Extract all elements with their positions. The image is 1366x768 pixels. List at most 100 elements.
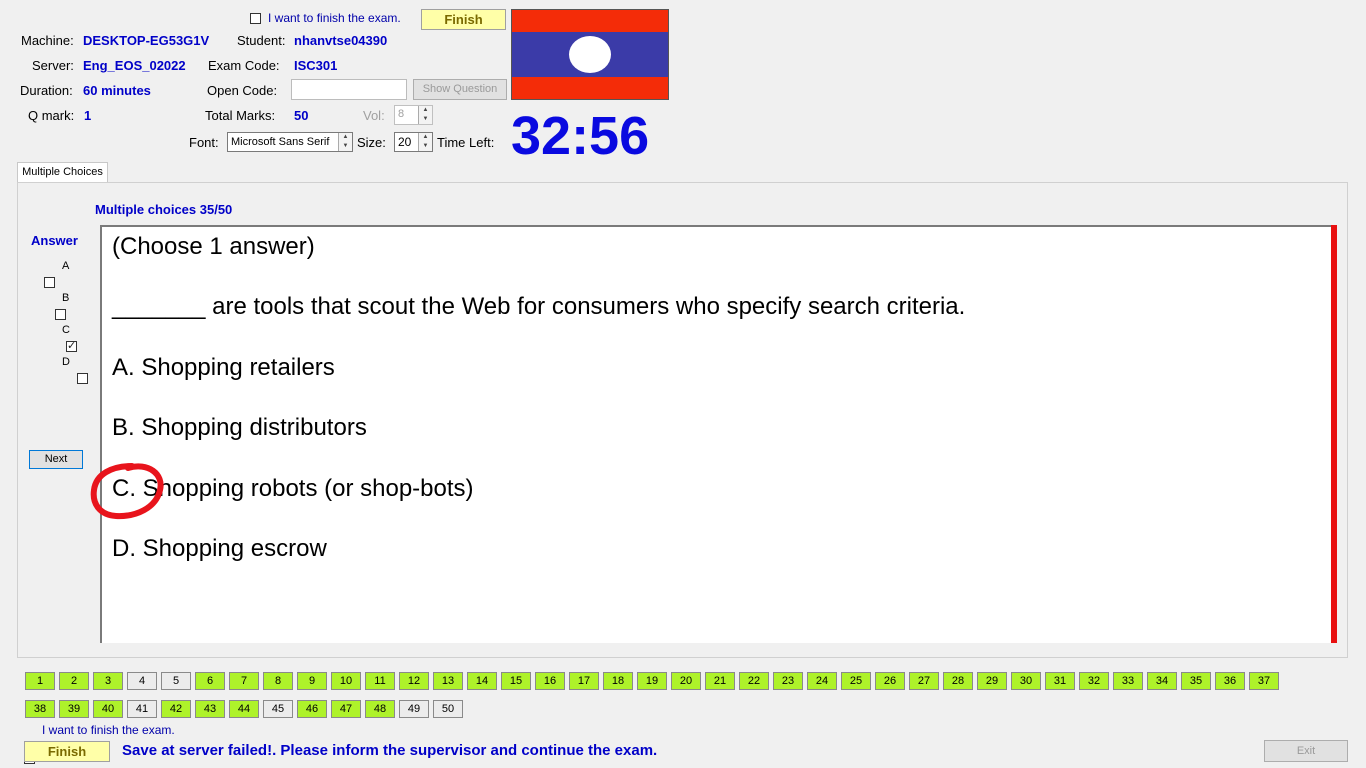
question-nav-button[interactable]: 36 [1215, 672, 1245, 690]
finish-button-top[interactable]: Finish [421, 9, 506, 30]
question-nav-button[interactable]: 33 [1113, 672, 1143, 690]
question-instruction: (Choose 1 answer) [112, 233, 315, 260]
vol-value: 8 [398, 108, 405, 120]
question-nav-button[interactable]: 5 [161, 672, 191, 690]
question-nav-button[interactable]: 18 [603, 672, 633, 690]
question-nav-button[interactable]: 7 [229, 672, 259, 690]
status-message: Save at server failed!. Please inform th… [122, 742, 658, 759]
question-nav-button[interactable]: 21 [705, 672, 735, 690]
question-nav-button[interactable]: 44 [229, 700, 259, 718]
question-stem: _______ are tools that scout the Web for… [112, 293, 966, 321]
time-left-label: Time Left: [437, 135, 495, 150]
show-question-button[interactable]: Show Question [413, 79, 507, 100]
question-nav-button[interactable]: 32 [1079, 672, 1109, 690]
question-nav-button[interactable]: 23 [773, 672, 803, 690]
question-nav-button[interactable]: 27 [909, 672, 939, 690]
question-nav-button[interactable]: 39 [59, 700, 89, 718]
answer-checkbox-label: B [62, 292, 70, 304]
finish-exam-checkbox-top[interactable] [250, 13, 261, 24]
student-value: nhanvtse04390 [294, 33, 388, 48]
answer-heading: Answer [31, 233, 78, 248]
question-nav-button[interactable]: 13 [433, 672, 463, 690]
question-nav-button[interactable]: 35 [1181, 672, 1211, 690]
question-nav-button[interactable]: 46 [297, 700, 327, 718]
finish-exam-checkbox-label: I want to finish the exam. [268, 11, 401, 25]
question-nav-button[interactable]: 47 [331, 700, 361, 718]
question-nav-button[interactable]: 43 [195, 700, 225, 718]
question-nav-button[interactable]: 2 [59, 672, 89, 690]
question-nav-button[interactable]: 31 [1045, 672, 1075, 690]
answer-checkbox-label: A [62, 260, 70, 272]
question-nav-button[interactable]: 22 [739, 672, 769, 690]
font-label: Font: [189, 135, 219, 150]
answer-checkbox-d[interactable] [77, 373, 88, 384]
open-code-input[interactable] [291, 79, 407, 100]
question-nav-button[interactable]: 20 [671, 672, 701, 690]
tab-multiple-choices[interactable]: Multiple Choices [17, 162, 108, 183]
question-nav-button[interactable]: 8 [263, 672, 293, 690]
question-nav-button[interactable]: 17 [569, 672, 599, 690]
vol-spinner[interactable]: 8 ▲ ▼ [394, 105, 433, 125]
answer-checkbox-label: C [62, 324, 70, 336]
next-button[interactable]: Next [29, 450, 83, 469]
student-label: Student: [237, 33, 286, 48]
vol-label: Vol: [363, 108, 385, 123]
total-marks-value: 50 [294, 108, 309, 123]
question-nav-button[interactable]: 30 [1011, 672, 1041, 690]
question-nav-button[interactable]: 6 [195, 672, 225, 690]
question-nav-button[interactable]: 26 [875, 672, 905, 690]
question-nav-button[interactable]: 45 [263, 700, 293, 718]
question-nav-button[interactable]: 34 [1147, 672, 1177, 690]
question-counter: Multiple choices 35/50 [95, 202, 233, 217]
question-nav-button[interactable]: 15 [501, 672, 531, 690]
question-nav-button[interactable]: 38 [25, 700, 55, 718]
question-option-text: D. Shopping escrow [112, 535, 327, 562]
question-nav-button[interactable]: 9 [297, 672, 327, 690]
size-value: 20 [398, 135, 412, 149]
server-value: Eng_EOS_02022 [83, 58, 186, 73]
time-left-value: 32:56 [511, 106, 650, 166]
font-spin-arrows[interactable]: ▲ ▼ [338, 133, 352, 151]
answer-checkbox-label: D [62, 356, 70, 368]
question-nav-button[interactable]: 29 [977, 672, 1007, 690]
question-nav-button[interactable]: 40 [93, 700, 123, 718]
answer-checkbox-c[interactable] [66, 339, 77, 352]
question-nav-button[interactable]: 1 [25, 672, 55, 690]
answer-checkbox-a[interactable] [44, 277, 55, 288]
exam-code-label: Exam Code: [208, 58, 280, 73]
duration-label: Duration: [20, 83, 73, 98]
exit-button[interactable]: Exit [1264, 740, 1348, 762]
answer-checkbox-b[interactable] [55, 309, 66, 320]
question-nav-button[interactable]: 16 [535, 672, 565, 690]
question-nav-button[interactable]: 24 [807, 672, 837, 690]
question-option-text: A. Shopping retailers [112, 353, 335, 381]
question-nav-button[interactable]: 11 [365, 672, 395, 690]
question-nav-button[interactable]: 48 [365, 700, 395, 718]
question-nav-button[interactable]: 3 [93, 672, 123, 690]
flag-image [511, 9, 669, 100]
question-nav-button[interactable]: 37 [1249, 672, 1279, 690]
exam-code-value: ISC301 [294, 58, 338, 73]
question-nav-button[interactable]: 42 [161, 700, 191, 718]
size-spinner[interactable]: 20 ▲ ▼ [394, 132, 433, 152]
question-nav-button[interactable]: 28 [943, 672, 973, 690]
vol-spin-arrows[interactable]: ▲ ▼ [418, 106, 432, 124]
size-spin-arrows[interactable]: ▲ ▼ [418, 133, 432, 151]
total-marks-label: Total Marks: [205, 108, 276, 123]
font-selector[interactable]: Microsoft Sans Serif ▲ ▼ [227, 132, 353, 152]
machine-label: Machine: [21, 33, 74, 48]
question-nav-button[interactable]: 49 [399, 700, 429, 718]
question-nav-button[interactable]: 12 [399, 672, 429, 690]
finish-button-bottom[interactable]: Finish [24, 741, 110, 762]
question-nav-button[interactable]: 4 [127, 672, 157, 690]
question-nav-button[interactable]: 14 [467, 672, 497, 690]
question-nav-button[interactable]: 50 [433, 700, 463, 718]
question-nav-button[interactable]: 10 [331, 672, 361, 690]
question-nav-button[interactable]: 19 [637, 672, 667, 690]
question-nav-button[interactable]: 41 [127, 700, 157, 718]
qmark-value: 1 [84, 108, 92, 123]
question-nav-button[interactable]: 25 [841, 672, 871, 690]
flag-white-circle [569, 36, 611, 73]
size-label: Size: [357, 135, 386, 150]
server-label: Server: [32, 58, 74, 73]
